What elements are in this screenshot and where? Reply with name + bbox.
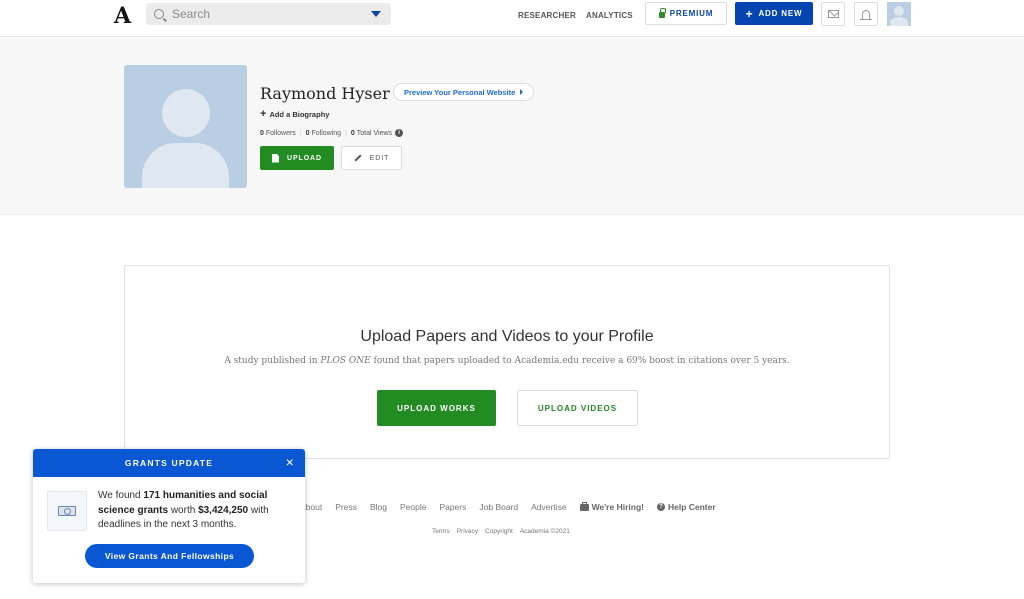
academia-logo[interactable]: A — [114, 3, 131, 29]
file-icon — [272, 153, 280, 163]
money-icon — [58, 506, 76, 516]
bell-icon — [860, 9, 872, 20]
search-input[interactable] — [172, 7, 371, 21]
edit-label: EDIT — [369, 154, 390, 162]
profile-avatar[interactable] — [124, 65, 247, 188]
footer-link-press[interactable]: Press — [335, 502, 357, 512]
following-stat[interactable]: 0 Following — [306, 130, 341, 137]
footer-link-advertise[interactable]: Advertise — [531, 502, 566, 512]
grants-update-popup: GRANTS UPDATE × We found 171 humanities … — [33, 449, 305, 583]
footer-link-privacy[interactable]: Privacy — [457, 528, 478, 535]
subtitle-text: A study published in — [224, 356, 321, 366]
footer-link-job-board[interactable]: Job Board — [479, 502, 518, 512]
mail-icon — [827, 10, 839, 18]
money-tile — [47, 491, 87, 531]
add-biography-link[interactable]: + Add a Biography — [260, 109, 329, 120]
grants-text: We found — [98, 490, 144, 501]
notifications-button[interactable] — [854, 2, 878, 26]
followers-count: 0 — [260, 129, 264, 137]
view-grants-button[interactable]: View Grants And Fellowships — [85, 544, 254, 568]
grants-amount: $3,424,250 — [198, 504, 249, 516]
footer-links: About Press Blog People Papers Job Board… — [300, 501, 716, 512]
footer-link-help-center[interactable]: ? Help Center — [656, 502, 716, 512]
profile-header: Raymond Hyser Preview Your Personal Webs… — [0, 38, 1024, 215]
premium-label: PREMIUM — [669, 9, 714, 18]
preview-website-label: Preview Your Personal Website — [404, 87, 516, 97]
footer-link-people[interactable]: People — [400, 502, 426, 512]
footer-link-blog[interactable]: Blog — [370, 502, 387, 512]
upload-button[interactable]: UPLOAD — [260, 146, 334, 170]
views-stat: 0 Total Views — [351, 130, 392, 137]
preview-website-button[interactable]: Preview Your Personal Website — [393, 83, 535, 101]
premium-button[interactable]: PREMIUM — [645, 2, 727, 25]
footer-link-copyright[interactable]: Copyright — [485, 528, 513, 535]
upload-card: Upload Papers and Videos to your Profile… — [124, 265, 890, 459]
divider: | — [299, 129, 302, 137]
search-box[interactable] — [146, 3, 391, 25]
footer-copyright-text: Academia ©2021 — [519, 528, 570, 535]
journal-name: PLOS ONE — [320, 356, 371, 366]
followers-label: Followers — [265, 129, 296, 137]
caret-right-icon — [520, 89, 524, 95]
upload-videos-button[interactable]: UPLOAD VIDEOS — [517, 390, 638, 426]
search-icon — [154, 9, 164, 19]
briefcase-icon — [579, 501, 589, 511]
views-count: 0 — [350, 129, 355, 137]
upload-card-subtitle: A study published in PLOS ONE found that… — [125, 356, 889, 366]
views-label: Total Views — [356, 129, 393, 137]
add-biography-label: Add a Biography — [269, 110, 330, 119]
footer-legal: Terms Privacy Copyright Academia ©2021 — [432, 528, 570, 535]
grants-text: worth — [168, 504, 199, 516]
footer-link-terms[interactable]: Terms — [432, 528, 450, 535]
followers-stat[interactable]: 0 Followers — [260, 130, 296, 137]
upload-label: UPLOAD — [287, 154, 322, 162]
avatar-head — [894, 6, 904, 16]
nav-analytics[interactable]: ANALYTICS — [586, 11, 633, 20]
lock-icon — [658, 8, 666, 18]
help-icon: ? — [656, 503, 665, 511]
plus-icon: + — [745, 6, 754, 21]
top-nav: A RESEARCHER ANALYTICS PREMIUM + ADD NEW — [0, 0, 1024, 37]
messages-button[interactable] — [821, 2, 845, 26]
footer-link-hiring[interactable]: We're Hiring! — [579, 501, 644, 512]
avatar-body — [142, 143, 229, 188]
plus-icon: + — [260, 108, 267, 120]
profile-stats: 0 Followers | 0 Following | 0 Total View… — [260, 129, 404, 137]
close-icon[interactable]: × — [286, 455, 295, 469]
following-label: Following — [311, 129, 342, 137]
grants-message: We found 171 humanities and social scien… — [98, 489, 298, 533]
following-count: 0 — [305, 129, 310, 137]
add-new-label: ADD NEW — [758, 9, 803, 18]
divider: | — [345, 129, 347, 137]
profile-name: Raymond Hyser — [260, 84, 390, 103]
edit-button[interactable]: EDIT — [341, 146, 402, 170]
footer-link-papers[interactable]: Papers — [439, 502, 466, 512]
upload-card-title: Upload Papers and Videos to your Profile — [360, 328, 654, 345]
nav-researcher[interactable]: RESEARCHER — [518, 11, 576, 20]
avatar-head — [162, 89, 210, 137]
hiring-label: We're Hiring! — [591, 502, 644, 512]
grants-popup-header: GRANTS UPDATE × — [33, 449, 305, 477]
subtitle-text: found that papers uploaded to Academia.e… — [370, 356, 790, 366]
chevron-down-icon[interactable] — [371, 11, 381, 17]
avatar-body — [890, 17, 908, 26]
pencil-icon — [354, 154, 362, 162]
grants-popup-title: GRANTS UPDATE — [124, 458, 214, 468]
user-avatar[interactable] — [887, 2, 911, 26]
upload-works-button[interactable]: UPLOAD WORKS — [377, 390, 496, 426]
help-label: Help Center — [667, 502, 716, 512]
add-new-button[interactable]: + ADD NEW — [735, 2, 813, 25]
info-icon[interactable]: i — [395, 129, 404, 137]
